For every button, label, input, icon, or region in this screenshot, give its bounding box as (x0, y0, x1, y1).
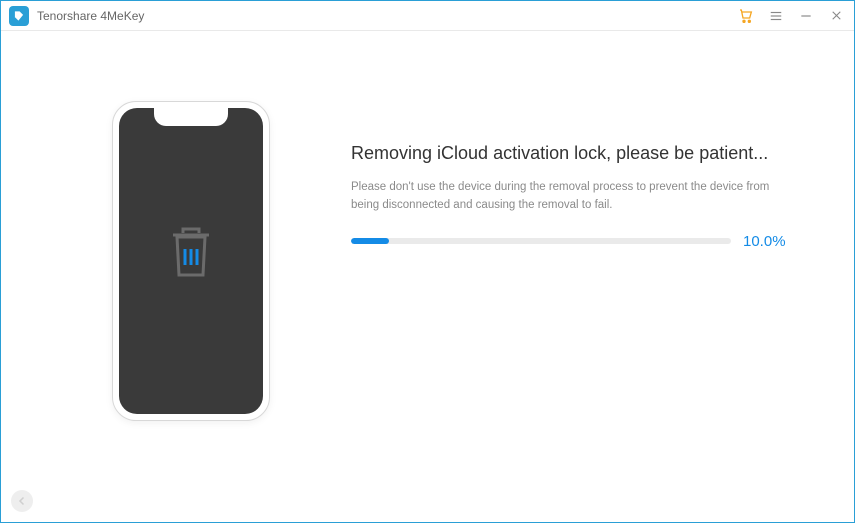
progress-bar (351, 238, 731, 244)
titlebar-actions (738, 8, 844, 24)
progress-label: 10.0% (743, 233, 786, 250)
app-window: Tenorshare 4MeKey (0, 0, 855, 523)
phone-notch (154, 108, 228, 126)
app-logo-icon (9, 6, 29, 26)
phone-illustration-area (41, 91, 341, 421)
info-area: Removing iCloud activation lock, please … (341, 91, 814, 250)
phone-screen (119, 108, 263, 414)
back-button[interactable] (11, 490, 33, 512)
phone-frame (112, 101, 270, 421)
main-subtext: Please don't use the device during the r… (351, 178, 771, 215)
close-button[interactable] (828, 8, 844, 24)
cart-icon[interactable] (738, 8, 754, 24)
main-heading: Removing iCloud activation lock, please … (351, 143, 804, 164)
minimize-button[interactable] (798, 8, 814, 24)
progress-fill (351, 238, 389, 244)
titlebar: Tenorshare 4MeKey (1, 1, 854, 31)
menu-icon[interactable] (768, 8, 784, 24)
progress-row: 10.0% (351, 233, 804, 250)
content-area: Removing iCloud activation lock, please … (1, 31, 854, 522)
app-title: Tenorshare 4MeKey (37, 9, 144, 23)
trash-icon (167, 225, 215, 286)
